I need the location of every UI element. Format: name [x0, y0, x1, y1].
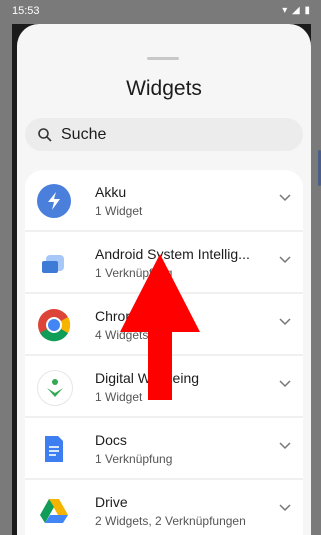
item-name: Docs [95, 432, 127, 448]
battery-icon: ▮ [304, 5, 311, 16]
item-name: Akku [95, 184, 127, 200]
item-sub: 1 Widget [95, 204, 143, 218]
chevron-down-icon[interactable] [279, 256, 291, 264]
chevron-down-icon[interactable] [279, 442, 291, 450]
red-arrow-up-icon [120, 254, 200, 400]
chevron-down-icon[interactable] [279, 504, 291, 512]
drag-handle[interactable] [147, 57, 179, 60]
list-item-akku[interactable]: Akku 1 Widget [25, 170, 303, 232]
search-input[interactable]: Suche [25, 118, 303, 151]
wifi-icon: ▾ [282, 5, 289, 16]
chevron-down-icon[interactable] [279, 380, 291, 388]
wellbeing-icon [37, 370, 73, 406]
status-time: 15:53 [12, 5, 40, 17]
list-item-drive[interactable]: Drive 2 Widgets, 2 Verknüpfungen [25, 480, 303, 535]
signal-icon: ◢ [292, 5, 301, 16]
docs-icon [37, 432, 71, 466]
item-name: Drive [95, 494, 128, 510]
item-sub: 2 Widgets, 2 Verknüpfungen [95, 514, 246, 528]
search-placeholder: Suche [61, 125, 107, 143]
status-icons: ▾ ◢ ▮ [282, 5, 311, 16]
asi-icon [37, 246, 71, 280]
battery-bolt-icon [37, 184, 71, 218]
search-icon [38, 127, 52, 142]
chevron-down-icon[interactable] [279, 194, 291, 202]
sheet-title: Widgets [126, 77, 202, 100]
background-edge-right [311, 24, 321, 535]
status-bar: 15:53 ▾ ◢ ▮ [0, 0, 321, 24]
drive-icon [37, 494, 71, 528]
list-item-docs[interactable]: Docs 1 Verknüpfung [25, 418, 303, 480]
chevron-down-icon[interactable] [279, 318, 291, 326]
chrome-icon [37, 308, 71, 342]
item-sub: 1 Verknüpfung [95, 452, 173, 466]
background-edge-left [0, 24, 12, 535]
